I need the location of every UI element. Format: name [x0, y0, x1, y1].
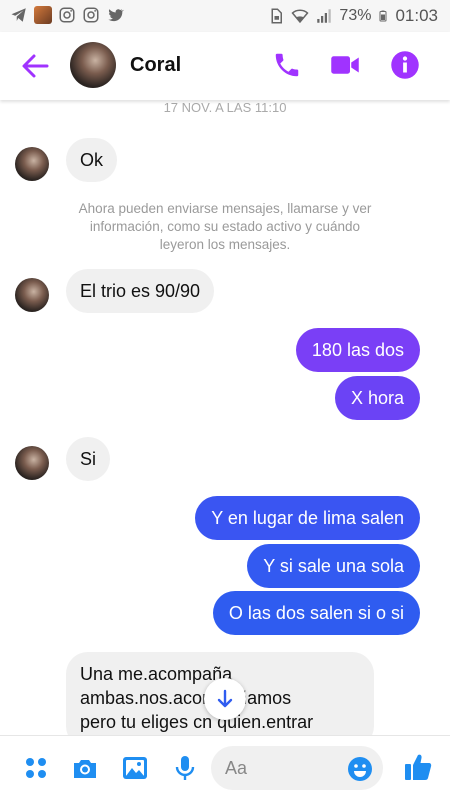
message-bubble-outgoing[interactable]: Y en lugar de lima salen: [195, 496, 420, 540]
contact-avatar-small[interactable]: [15, 147, 49, 181]
contact-avatar-small[interactable]: [15, 278, 49, 312]
menu-dots-icon[interactable]: [22, 754, 50, 782]
info-icon[interactable]: [390, 50, 420, 80]
message-bubble-outgoing[interactable]: 180 las dos: [295, 328, 420, 372]
instagram-icon: [83, 7, 99, 23]
system-message: Ahora pueden enviarse mensajes, llamarse…: [78, 201, 372, 252]
message-bubble-incoming[interactable]: El trio es 90/90: [66, 269, 215, 313]
emoji-icon[interactable]: [347, 756, 373, 782]
conversation-header: Coral: [0, 32, 450, 100]
video-icon[interactable]: [330, 50, 360, 80]
clock: 01:03: [395, 6, 438, 25]
message-list[interactable]: 17 NOV. A LAS 11:10 Ok Ahora pueden envi…: [0, 100, 450, 735]
contact-avatar[interactable]: [70, 42, 116, 88]
back-arrow-icon[interactable]: [20, 52, 50, 80]
chat-timestamp: 17 NOV. A LAS 11:10: [163, 100, 287, 115]
wifi-icon: [291, 9, 309, 24]
contact-avatar-small[interactable]: [15, 446, 49, 480]
battery-percent: 73%: [339, 7, 372, 24]
sim-icon: [271, 8, 283, 24]
message-bubble-incoming[interactable]: Ok: [66, 138, 118, 182]
arrow-down-icon: [217, 689, 233, 708]
camera-icon[interactable]: [71, 754, 99, 782]
message-composer: [0, 735, 450, 801]
message-bubble-outgoing[interactable]: O las dos salen si o si: [212, 591, 420, 635]
image-icon[interactable]: [121, 754, 149, 782]
message-bubble-incoming[interactable]: Si: [66, 437, 111, 481]
gallery-thumbnail-icon: [34, 6, 52, 24]
status-bar: 73% 01:03: [0, 0, 450, 32]
twitter-icon: [108, 9, 124, 22]
telegram-icon: [11, 8, 26, 22]
message-bubble-outgoing[interactable]: X hora: [334, 376, 420, 420]
signal-icon: [317, 9, 332, 23]
scroll-to-bottom-button[interactable]: [204, 678, 246, 720]
instagram-icon: [59, 7, 75, 23]
contact-name[interactable]: Coral: [130, 54, 181, 77]
microphone-icon[interactable]: [171, 754, 199, 782]
thumbs-up-icon[interactable]: [403, 752, 433, 782]
battery-icon: [379, 10, 387, 22]
message-bubble-outgoing[interactable]: Y si sale una sola: [247, 544, 420, 588]
phone-icon[interactable]: [272, 50, 302, 80]
